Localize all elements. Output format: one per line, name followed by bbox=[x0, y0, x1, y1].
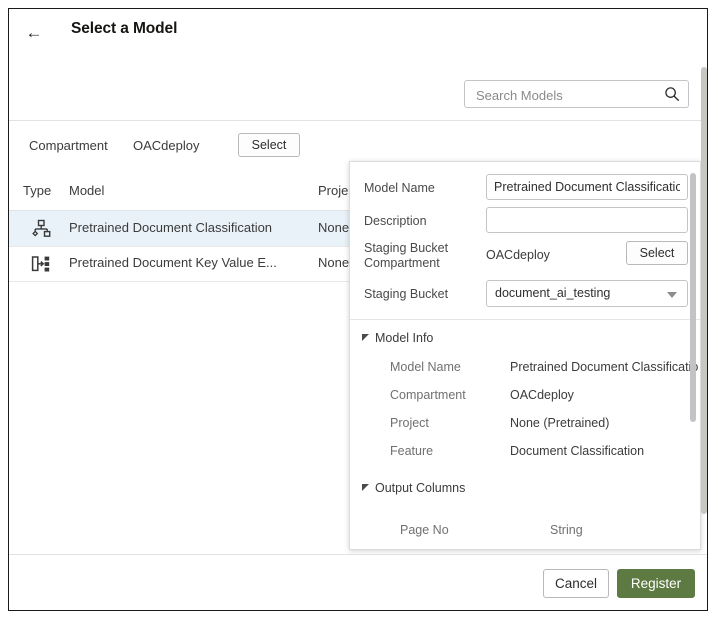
cell-project: None bbox=[318, 220, 349, 235]
screenshot-root: ← Select a Model Compartment OACdeploy S… bbox=[0, 0, 718, 619]
section-title-text: Model Info bbox=[375, 331, 433, 345]
dialog-scrollbar-thumb[interactable] bbox=[701, 67, 707, 514]
staging-bucket-label: Staging Bucket bbox=[364, 287, 448, 302]
popup-details: Model Info Model Name Pretrained Documen… bbox=[350, 320, 700, 549]
footer-divider bbox=[9, 554, 707, 555]
column-header-type: Type bbox=[23, 183, 51, 198]
detail-key: Compartment bbox=[390, 388, 466, 402]
model-name-label: Model Name bbox=[364, 181, 435, 196]
compartment-value: OACdeploy bbox=[133, 138, 199, 153]
detail-value: None (Pretrained) bbox=[510, 416, 609, 430]
detail-key: Project bbox=[390, 416, 429, 430]
detail-key: Model Name bbox=[390, 360, 461, 374]
staging-bucket-selected-value: document_ai_testing bbox=[495, 286, 610, 300]
cell-project: None bbox=[318, 255, 349, 270]
dialog-header: ← Select a Model bbox=[9, 9, 707, 57]
triangle-expanded-icon bbox=[362, 484, 369, 491]
popup-scrollbar-track[interactable] bbox=[690, 164, 698, 547]
select-model-dialog: ← Select a Model Compartment OACdeploy S… bbox=[8, 8, 708, 611]
column-header-project: Proje bbox=[318, 183, 348, 198]
column-header-model: Model bbox=[69, 183, 104, 198]
search-icon[interactable] bbox=[664, 86, 680, 102]
staging-bucket-compartment-label: Staging Bucket Compartment bbox=[364, 241, 479, 271]
section-title-text: Output Columns bbox=[375, 481, 465, 495]
output-column-name: Page No bbox=[400, 523, 449, 537]
search-input[interactable] bbox=[474, 81, 658, 109]
chevron-down-icon[interactable] bbox=[667, 292, 677, 298]
section-header-output-columns[interactable]: Output Columns bbox=[362, 481, 465, 495]
popup-scrollbar-thumb[interactable] bbox=[690, 173, 696, 422]
cell-model-name: Pretrained Document Key Value E... bbox=[69, 255, 277, 270]
staging-bucket-select[interactable]: document_ai_testing bbox=[486, 280, 688, 307]
model-name-input[interactable] bbox=[486, 174, 688, 200]
triangle-expanded-icon bbox=[362, 334, 369, 341]
page-title: Select a Model bbox=[71, 20, 177, 38]
compartment-bar: Compartment OACdeploy Select bbox=[9, 131, 707, 163]
register-button[interactable]: Register bbox=[617, 569, 695, 598]
sitemap-icon bbox=[31, 219, 51, 239]
compartment-label: Compartment bbox=[29, 138, 108, 153]
detail-key: Feature bbox=[390, 444, 433, 458]
key-value-extraction-icon bbox=[31, 254, 51, 274]
staging-bucket-compartment-value: OACdeploy bbox=[486, 248, 550, 262]
description-label: Description bbox=[364, 214, 427, 229]
detail-value: OACdeploy bbox=[510, 388, 574, 402]
output-column-type: String bbox=[550, 523, 583, 537]
arrow-left-icon[interactable]: ← bbox=[23, 22, 45, 44]
popup-form: Model Name Description Staging Bucket Co… bbox=[350, 162, 700, 319]
header-divider bbox=[9, 120, 707, 121]
cancel-button[interactable]: Cancel bbox=[543, 569, 609, 598]
section-header-model-info[interactable]: Model Info bbox=[362, 331, 433, 345]
description-input[interactable] bbox=[486, 207, 688, 233]
detail-value: Pretrained Document Classificatio bbox=[510, 360, 698, 374]
detail-value: Document Classification bbox=[510, 444, 644, 458]
cell-model-name: Pretrained Document Classification bbox=[69, 220, 272, 235]
search-box[interactable] bbox=[464, 80, 689, 108]
model-register-popup: Model Name Description Staging Bucket Co… bbox=[349, 161, 701, 550]
compartment-select-button[interactable]: Select bbox=[238, 133, 300, 157]
staging-bucket-compartment-select-button[interactable]: Select bbox=[626, 241, 688, 265]
